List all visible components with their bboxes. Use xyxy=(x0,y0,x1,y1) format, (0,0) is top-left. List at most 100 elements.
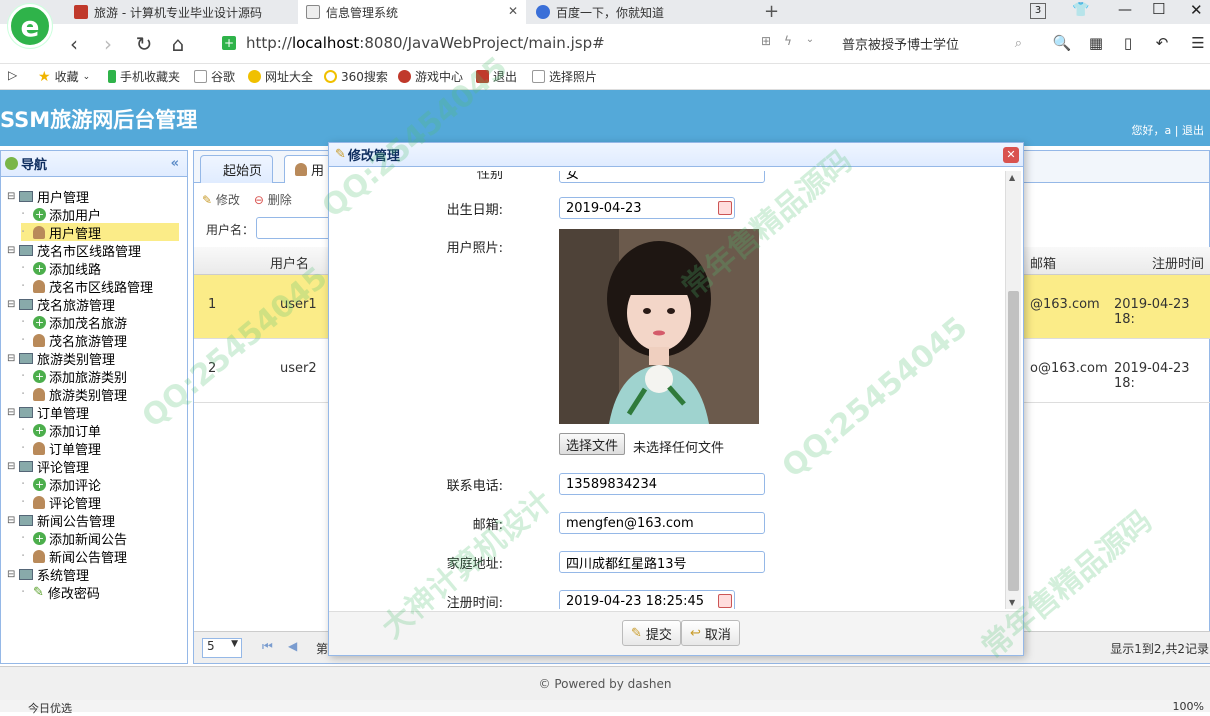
nav-item[interactable]: · 用户管理 xyxy=(21,223,179,242)
tree-toggle-icon[interactable]: ⊟ xyxy=(7,569,19,580)
back-icon[interactable]: ‹ xyxy=(62,32,86,56)
nav-group[interactable]: ⊟ 旅游类别管理 xyxy=(7,349,115,368)
add-icon: + xyxy=(33,423,46,437)
prev-page-icon[interactable]: ◀ xyxy=(288,639,297,653)
nav-group[interactable]: ⊟ 系统管理 xyxy=(7,565,89,584)
row-index: 2 xyxy=(208,361,217,376)
forward-icon[interactable]: › xyxy=(96,32,120,56)
new-tab-button[interactable]: + xyxy=(764,1,779,22)
magnifier-icon[interactable]: 🔍 xyxy=(1052,34,1072,54)
bookmark-choose-photo[interactable]: 选择照片 xyxy=(532,68,597,85)
bookmark-sites[interactable]: 网址大全 xyxy=(248,68,313,85)
col-email[interactable]: 邮箱 xyxy=(1030,253,1056,272)
home-icon[interactable]: ⌂ xyxy=(166,32,190,56)
close-tab-icon[interactable]: ✕ xyxy=(508,4,518,18)
browser-tab-2[interactable]: 信息管理系统 ✕ xyxy=(298,0,526,24)
birthday-input[interactable]: 2019-04-23 xyxy=(559,197,735,219)
col-regtime[interactable]: 注册时间 xyxy=(1152,253,1204,272)
nav-item[interactable]: · + 添加评论 xyxy=(21,475,102,494)
nav-group[interactable]: ⊟ 新闻公告管理 xyxy=(7,511,115,530)
undo-icon[interactable]: ↶ xyxy=(1152,34,1172,54)
reload-icon[interactable]: ↻ xyxy=(132,32,156,56)
nav-item[interactable]: · + 添加茂名旅游 xyxy=(21,313,127,332)
email-input[interactable]: mengfen@163.com xyxy=(559,512,765,534)
address-bar[interactable]: + http://localhost:8080/JavaWebProject/m… xyxy=(222,30,822,56)
dialog-close-icon[interactable]: ✕ xyxy=(1003,147,1019,163)
edit-button[interactable]: ✎ 修改 xyxy=(202,191,240,208)
nav-item[interactable]: · + 添加线路 xyxy=(21,259,101,278)
tab-count-badge[interactable]: 3 xyxy=(1030,3,1046,19)
tree-toggle-icon[interactable]: ⊟ xyxy=(7,515,19,526)
bookmark-favorites[interactable]: ★ 收藏 ⌄ xyxy=(38,68,90,85)
search-icon[interactable]: ⌕ xyxy=(1015,36,1022,51)
dialog-footer: ✎ 提交 ↩ 取消 xyxy=(329,611,1023,655)
page-size-select[interactable]: 5 ▼ xyxy=(202,638,242,658)
tree-toggle-icon[interactable]: ⊟ xyxy=(7,245,19,256)
regtime-input[interactable]: 2019-04-23 18:25:45 xyxy=(559,590,735,609)
bookmark-mobile[interactable]: 手机收藏夹 xyxy=(108,68,180,85)
choose-file-button[interactable]: 选择文件 xyxy=(559,433,626,455)
nav-item[interactable]: · 旅游类别管理 xyxy=(21,385,127,404)
bookmark-games[interactable]: 游戏中心 xyxy=(398,68,463,85)
scroll-down-icon[interactable]: ▼ xyxy=(1009,598,1015,607)
tab-home[interactable]: 起始页 xyxy=(200,155,274,183)
menu-icon[interactable]: ☰ xyxy=(1188,34,1208,54)
collapse-icon[interactable]: « xyxy=(171,156,179,171)
col-username[interactable]: 用户名 xyxy=(270,253,309,272)
first-page-icon[interactable]: ⏮ xyxy=(262,639,273,654)
gender-input[interactable]: 女 xyxy=(559,171,765,183)
nav-item[interactable]: · 茂名旅游管理 xyxy=(21,331,127,350)
close-window-icon[interactable]: ✕ xyxy=(1190,1,1203,19)
dropdown-chevron-icon[interactable]: ⌄ xyxy=(800,34,820,54)
nav-item[interactable]: · + 添加新闻公告 xyxy=(21,529,127,548)
nav-item[interactable]: · 评论管理 xyxy=(21,493,101,512)
search-input[interactable]: 普京被授予博士学位 ⌕ xyxy=(830,30,1030,56)
phone-icon[interactable]: ▯ xyxy=(1118,34,1138,54)
address-input[interactable]: 四川成都红星路13号 xyxy=(559,551,765,573)
tree-toggle-icon[interactable]: ⊟ xyxy=(7,407,19,418)
nav-group[interactable]: ⊟ 订单管理 xyxy=(7,403,89,422)
nav-item[interactable]: · + 添加订单 xyxy=(21,421,101,440)
browser-logo-icon[interactable]: e xyxy=(8,4,52,48)
logout-link[interactable]: 退出 xyxy=(1182,124,1204,137)
sidebar-toggle-icon[interactable]: ▷ xyxy=(8,68,17,82)
nav-item[interactable]: · + 添加旅游类别 xyxy=(21,367,127,386)
tree-toggle-icon[interactable]: ⊟ xyxy=(7,299,19,310)
nav-group[interactable]: ⊟ 用户管理 xyxy=(7,187,89,206)
calendar-icon[interactable] xyxy=(718,201,732,215)
no-file-text: 未选择任何文件 xyxy=(633,441,725,456)
zoom-level[interactable]: 100% xyxy=(1173,700,1204,713)
delete-button[interactable]: ⊖ 删除 xyxy=(254,191,292,208)
shirt-skin-icon[interactable]: 👕 xyxy=(1072,2,1089,18)
nav-item[interactable]: · + 添加用户 xyxy=(21,205,101,224)
grid-icon[interactable]: ⊞ xyxy=(756,34,776,54)
lightning-icon[interactable]: ϟ xyxy=(778,34,798,54)
username-search-input[interactable] xyxy=(256,217,336,239)
calendar-icon[interactable] xyxy=(718,594,732,608)
bookmark-logout[interactable]: 退出 xyxy=(476,68,517,85)
submit-button[interactable]: ✎ 提交 xyxy=(622,620,681,646)
apps-icon[interactable]: ▦ xyxy=(1086,34,1106,54)
phone-input[interactable]: 13589834234 xyxy=(559,473,765,495)
nav-group[interactable]: ⊟ 茂名市区线路管理 xyxy=(7,241,141,260)
browser-tab-3[interactable]: 百度一下，你就知道 xyxy=(528,0,756,24)
nav-item[interactable]: · 茂名市区线路管理 xyxy=(21,277,153,296)
bookmark-360[interactable]: 360搜索 xyxy=(324,68,388,85)
nav-item[interactable]: · ✎ 修改密码 xyxy=(21,583,100,602)
nav-group[interactable]: ⊟ 评论管理 xyxy=(7,457,89,476)
nav-item[interactable]: · 订单管理 xyxy=(21,439,101,458)
nav-group[interactable]: ⊟ 茂名旅游管理 xyxy=(7,295,115,314)
cancel-button[interactable]: ↩ 取消 xyxy=(681,620,740,646)
nav-item[interactable]: · 新闻公告管理 xyxy=(21,547,127,566)
bookmark-google[interactable]: 谷歌 xyxy=(194,68,235,85)
nav-item-label: 添加评论 xyxy=(49,478,102,494)
browser-tab-1[interactable]: 旅游 - 计算机专业毕业设计源码 xyxy=(66,0,296,24)
tree-toggle-icon[interactable]: ⊟ xyxy=(7,461,19,472)
tree-toggle-icon[interactable]: ⊟ xyxy=(7,353,19,364)
scroll-up-icon[interactable]: ▲ xyxy=(1009,173,1015,182)
maximize-icon[interactable]: ☐ xyxy=(1152,0,1165,18)
minimize-icon[interactable]: — xyxy=(1118,2,1132,18)
scroll-thumb[interactable] xyxy=(1008,291,1019,591)
dialog-scrollbar[interactable]: ▲ ▼ xyxy=(1005,171,1021,609)
tree-toggle-icon[interactable]: ⊟ xyxy=(7,191,19,202)
